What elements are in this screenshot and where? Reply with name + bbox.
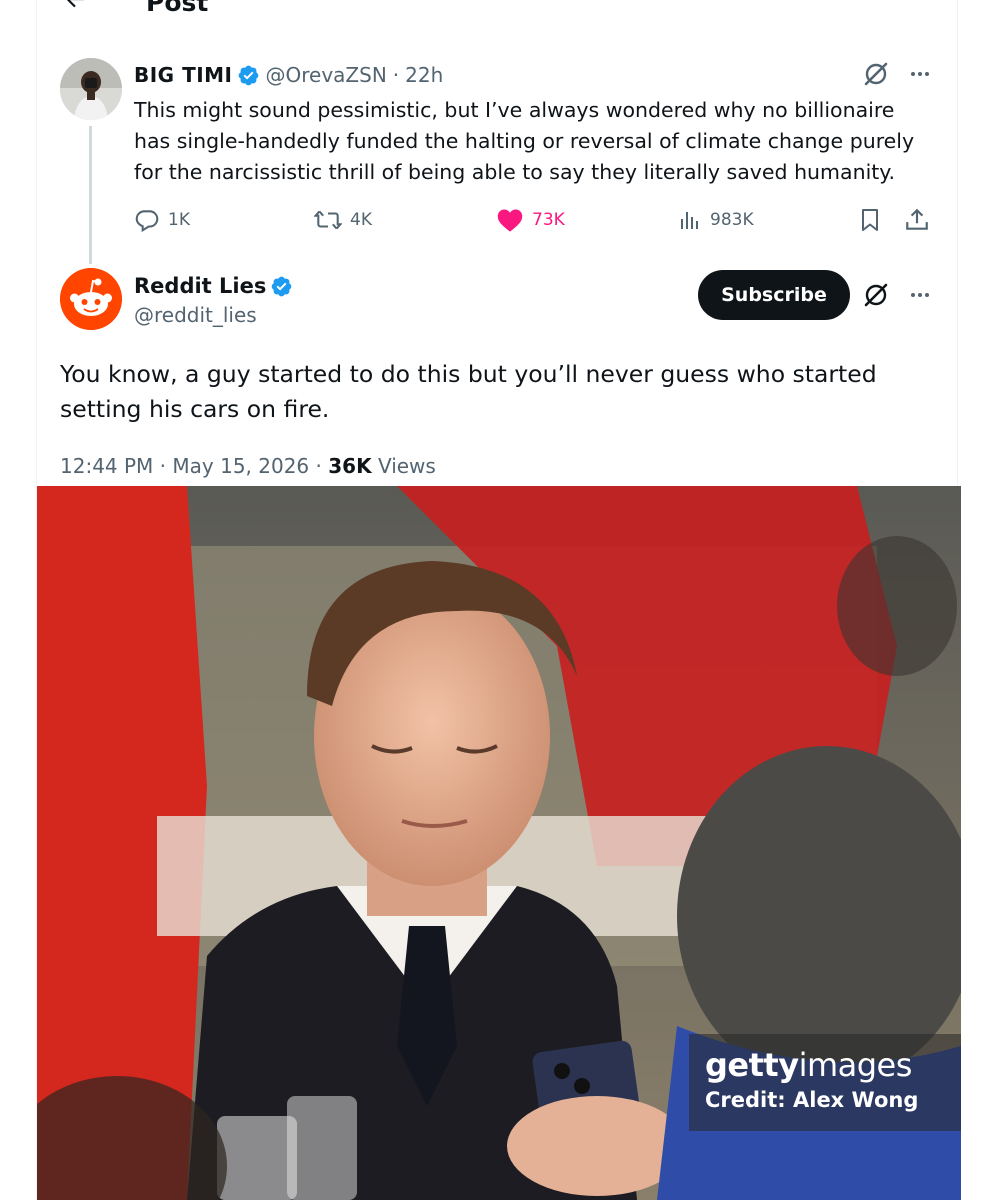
like-count: 73K [532, 210, 565, 230]
post-time[interactable]: 12:44 PM [60, 454, 153, 478]
avatar[interactable] [60, 268, 122, 330]
getty-watermark: gettyimages Credit: Alex Wong [689, 1034, 961, 1131]
reddit-logo-icon [60, 268, 122, 330]
reply-icon [134, 207, 160, 233]
views-button[interactable]: 983K [678, 204, 754, 236]
verified-badge-icon [270, 275, 293, 298]
separator-dot: · [315, 454, 322, 478]
like-button[interactable]: 73K [496, 204, 565, 236]
verified-badge-icon [237, 64, 260, 87]
share-icon [904, 207, 930, 233]
quoted-post-actions: 1K 4K 73K 983K [134, 204, 934, 236]
post-image[interactable]: gettyimages Credit: Alex Wong [37, 486, 961, 1200]
separator-dot: · [392, 63, 400, 87]
grok-icon[interactable] [862, 60, 890, 88]
quoted-post-text: This might sound pessimistic, but I’ve a… [134, 98, 915, 184]
repost-icon [314, 207, 342, 233]
main-post-author: Reddit Lies [134, 271, 299, 301]
bookmark-icon [858, 207, 882, 233]
analytics-icon [678, 208, 702, 232]
author-name[interactable]: Reddit Lies [134, 274, 266, 298]
more-options-icon[interactable] [908, 62, 932, 86]
page-title: Post [146, 0, 209, 17]
author-name[interactable]: BIG TIMI [134, 63, 233, 87]
thread-line [89, 126, 92, 264]
back-arrow-icon[interactable] [62, 0, 88, 12]
separator-dot: · [159, 454, 167, 478]
view-count: 983K [710, 210, 754, 230]
bookmark-button[interactable] [858, 204, 882, 236]
getty-logo: gettyimages [705, 1046, 912, 1084]
subscribe-button[interactable]: Subscribe [698, 270, 850, 320]
author-handle[interactable]: @reddit_lies [134, 303, 257, 327]
share-button[interactable] [904, 204, 930, 236]
avatar[interactable] [60, 58, 122, 120]
post-date[interactable]: May 15, 2026 [172, 454, 309, 478]
reply-button[interactable]: 1K [134, 204, 190, 236]
post-time[interactable]: 22h [405, 63, 443, 87]
view-count: 36K [328, 454, 372, 478]
main-post-top-icons [862, 281, 932, 309]
heart-filled-icon [496, 207, 524, 233]
quoted-post-top-icons [862, 60, 932, 88]
reply-count: 1K [168, 210, 190, 230]
author-handle[interactable]: @OrevaZSN [266, 63, 387, 87]
more-options-icon[interactable] [908, 283, 932, 307]
views-label: Views [377, 454, 436, 478]
main-post-text: You know, a guy started to do this but y… [60, 360, 877, 423]
post-meta: 12:44 PM · May 15, 2026 · 36K Views [60, 454, 436, 478]
photo-credit: Credit: Alex Wong [705, 1088, 919, 1112]
repost-count: 4K [350, 210, 372, 230]
repost-button[interactable]: 4K [314, 204, 372, 236]
quoted-post-header: BIG TIMI @OrevaZSN · 22h [134, 60, 443, 90]
grok-icon[interactable] [862, 281, 890, 309]
page-header: Post [36, 0, 958, 18]
